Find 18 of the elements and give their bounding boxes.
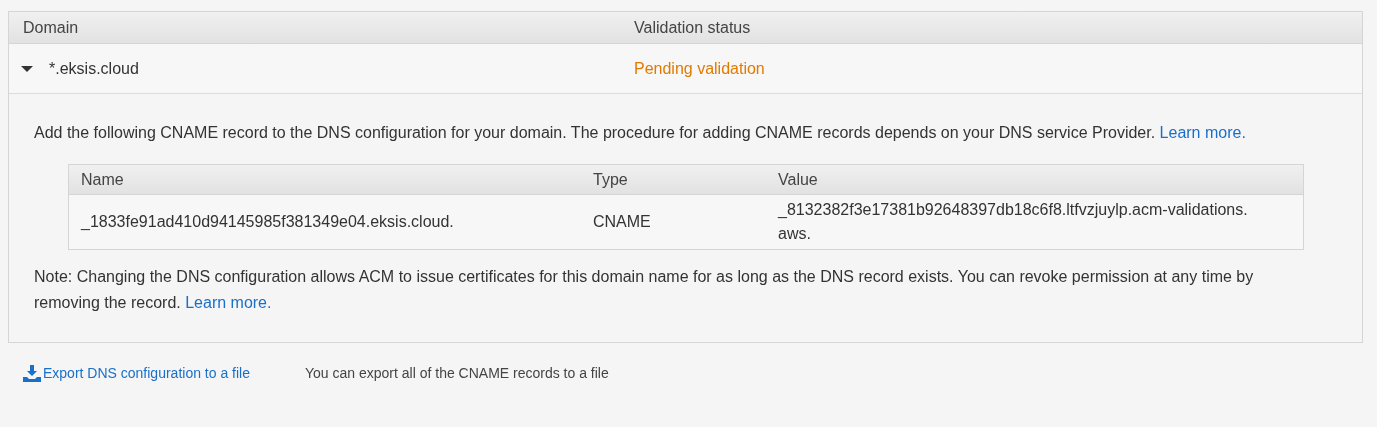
column-header: Domain xyxy=(22,17,80,38)
validation-status: Pending validation xyxy=(634,58,765,79)
domain-name: *.eksis.cloud xyxy=(49,58,139,79)
column-header: Type xyxy=(593,169,629,190)
download-icon xyxy=(23,365,41,382)
learn-more-link[interactable]: Learn more. xyxy=(185,294,272,311)
table-cell-text: _8132382f3e17381b92648397db18c6f8.ltfvzjuylp.acm-validations.aws. xyxy=(778,200,1248,244)
export-link[interactable]: Export DNS configuration to a file xyxy=(23,363,305,384)
column-header: Validation status xyxy=(634,17,751,38)
table-cell-text: _1833fe91ad410d94145985f381349e04.eksis.cloud. xyxy=(79,212,455,232)
column-header: Value xyxy=(778,169,818,190)
table-cell-text: CNAME xyxy=(593,212,652,232)
note-text: Note: Changing the DNS configuration allows ACM to issue certificates for this domain name for as long as the DNS record exists. You can revoke permission at any time by removing the record. Learn more. xyxy=(34,267,1255,313)
caret-down-icon[interactable] xyxy=(21,64,33,73)
export-hint: You can export all of the CNAME records to a file xyxy=(305,364,609,383)
instructions-text: Add the following CNAME record to the DNS configuration for your domain. The procedure for adding CNAME records depends on your DNS service Provider. Learn more. xyxy=(34,123,1247,143)
learn-more-link[interactable]: Learn more. xyxy=(1159,124,1246,141)
column-header: Name xyxy=(80,169,125,190)
